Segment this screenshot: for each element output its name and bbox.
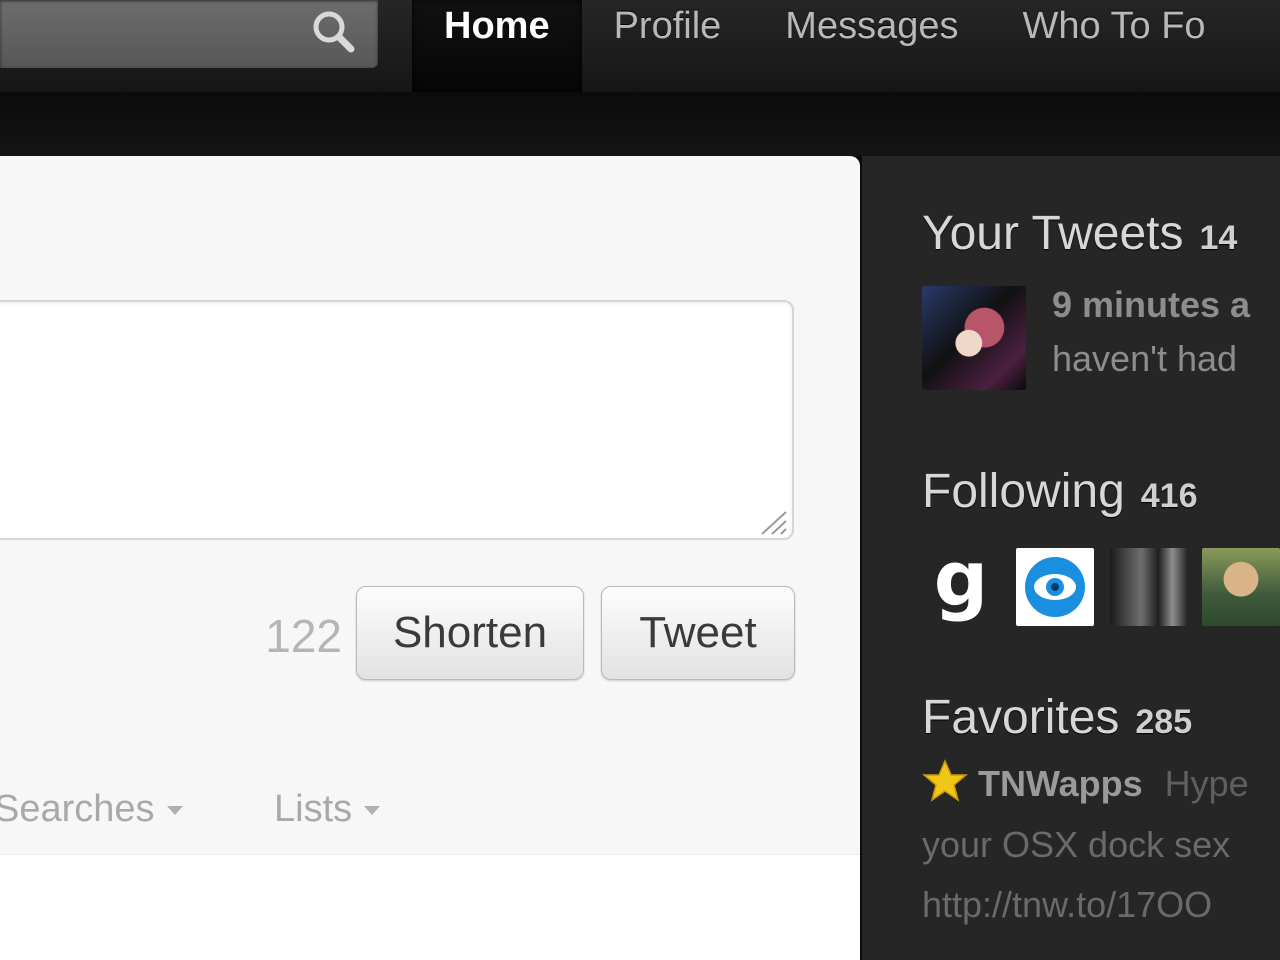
following-avatars: g [922,534,1280,628]
favorite-tweet-link[interactable]: http://tnw.to/17OO [922,884,1212,926]
g-logo-avatar[interactable]: g [922,534,1000,626]
nav-messages[interactable]: Messages [753,0,990,92]
favorite-tweet-text-start: Hype [1164,763,1249,804]
your-tweets-heading[interactable]: Your Tweets 14 [922,206,1237,261]
tab-searches-label: Searches [0,788,155,830]
tab-lists[interactable]: Lists [274,776,381,854]
search-input[interactable] [0,0,290,68]
shorten-button[interactable]: Shorten [356,586,584,680]
timeline-feed [0,855,860,960]
favorite-tweet-user[interactable]: TNWapps [978,763,1143,804]
favorites-title: Favorites [922,691,1120,744]
tweets-count: 14 [1199,219,1238,257]
photo-avatar[interactable] [1110,548,1188,626]
following-heading[interactable]: Following 416 [922,464,1198,519]
favorite-tweet-text: your OSX dock sex [922,824,1231,865]
chevron-down-icon [166,806,183,816]
main-nav: Home Profile Messages Who To Fo [412,0,1238,92]
search-box[interactable] [0,0,378,68]
eye-icon [1025,557,1085,617]
following-title: Following [922,465,1125,518]
character-counter: 122 [265,610,342,662]
twitter-home-screen: Home Profile Messages Who To Fo 122 Shor… [0,0,1280,960]
favorites-heading[interactable]: Favorites 285 [922,690,1192,745]
favorite-tweet-header: TNWapps Hype [922,758,1249,809]
tab-lists-label: Lists [274,788,353,830]
nav-who-to-follow[interactable]: Who To Fo [991,0,1238,92]
your-tweets-title: Your Tweets [922,207,1184,260]
timeline-tabs: Searches Lists [0,776,860,855]
following-count: 416 [1140,477,1198,515]
nav-profile[interactable]: Profile [582,0,754,92]
avatar[interactable] [922,286,1026,390]
top-nav-bar: Home Profile Messages Who To Fo [0,0,1280,93]
resize-grip-icon[interactable] [756,506,790,536]
main-timeline-panel: 122 Shorten Tweet Searches Lists [0,156,860,960]
recent-tweet-time[interactable]: 9 minutes a [1052,284,1250,326]
nav-shadow-band [0,92,1280,156]
tweet-compose-textarea[interactable] [0,300,794,540]
star-icon [922,759,968,802]
recent-tweet-text: haven't had [1052,338,1238,379]
nav-home[interactable]: Home [412,0,582,92]
tweet-button[interactable]: Tweet [601,586,795,680]
dashboard-sidebar: Your Tweets 14 9 minutes a haven't had Fo… [862,156,1280,960]
person-avatar[interactable] [1202,548,1280,626]
g-logo-icon: g [933,534,989,623]
chevron-down-icon [364,806,381,816]
eye-app-avatar[interactable] [1016,548,1094,626]
tab-searches[interactable]: Searches [0,776,183,854]
search-icon[interactable] [306,6,360,56]
favorites-count: 285 [1135,703,1193,741]
